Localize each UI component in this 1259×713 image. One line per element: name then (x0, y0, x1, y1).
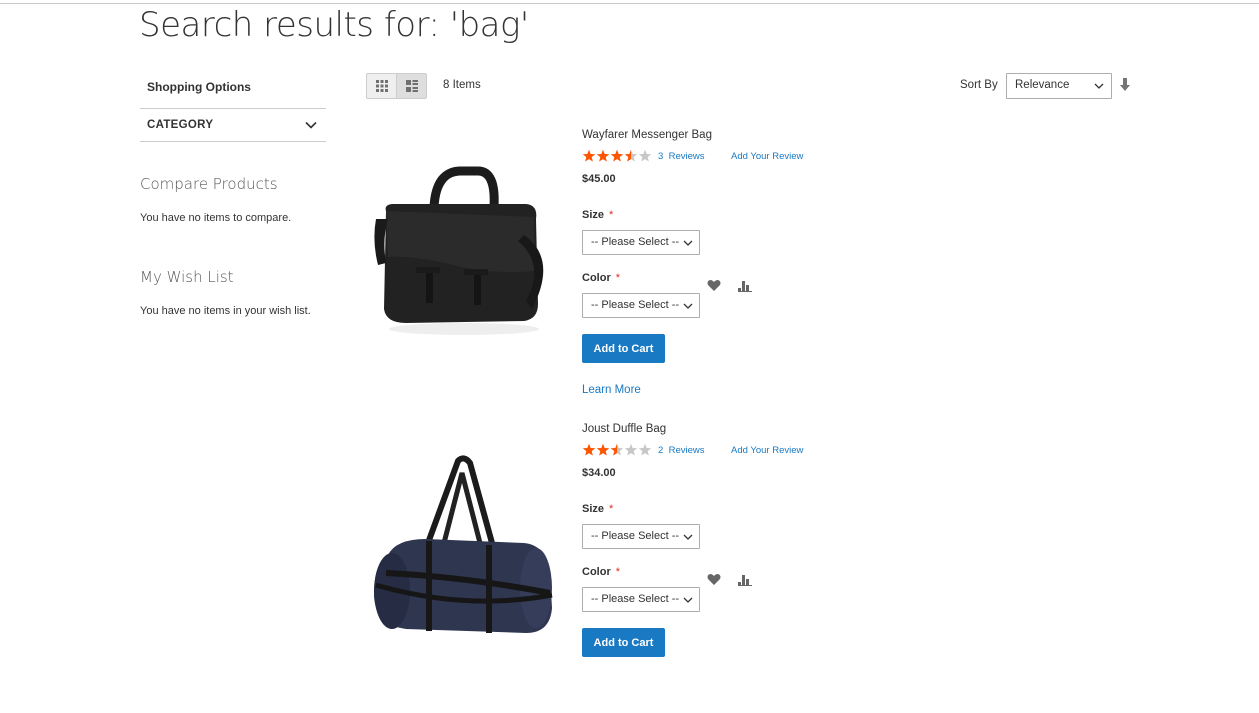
chevron-down-icon (305, 121, 317, 129)
sort-by-select[interactable]: Relevance (1006, 73, 1112, 99)
color-select-value: -- Please Select -- (591, 299, 680, 311)
color-select[interactable]: -- Please Select -- (582, 587, 700, 612)
add-review-link[interactable]: Add Your Review (731, 151, 803, 162)
product-name[interactable]: Joust Duffle Bag (582, 423, 666, 435)
filter-category[interactable]: CATEGORY (140, 108, 326, 142)
view-mode-switcher (366, 73, 427, 99)
star-icon (624, 443, 638, 456)
required-marker: * (609, 503, 614, 515)
color-label: Color * (582, 566, 620, 578)
color-label: Color * (582, 272, 620, 284)
chevron-down-icon (683, 534, 693, 540)
reviews-label: Reviews (668, 151, 705, 162)
star-icon (638, 149, 652, 162)
wishlist-heading: My Wish List (140, 268, 234, 286)
star-icon (638, 443, 652, 456)
required-marker: * (615, 566, 621, 578)
product-name[interactable]: Wayfarer Messenger Bag (582, 129, 712, 141)
compare-icon[interactable] (738, 573, 752, 586)
reviews-label: Reviews (668, 445, 705, 456)
compare-products-heading: Compare Products (140, 175, 278, 193)
reviews-link[interactable]: 2 Reviews (658, 445, 704, 456)
add-review-link[interactable]: Add Your Review (731, 445, 803, 456)
size-label: Size * (582, 503, 613, 515)
learn-more-link[interactable]: Learn More (582, 384, 641, 396)
product-price: $45.00 (582, 173, 616, 185)
add-to-cart-button[interactable]: Add to Cart (582, 628, 665, 657)
chevron-down-icon (683, 240, 693, 246)
add-to-cart-button[interactable]: Add to Cart (582, 334, 665, 363)
chevron-down-icon (1094, 83, 1104, 89)
color-label-text: Color (582, 566, 611, 578)
product-image-duffle-bag[interactable] (366, 453, 561, 633)
star-filled-icon (610, 149, 624, 162)
page-title: Search results for: 'bag' (139, 5, 529, 45)
size-label: Size * (582, 209, 613, 221)
compare-empty-message: You have no items to compare. (140, 212, 292, 224)
compare-icon[interactable] (738, 279, 752, 292)
reviews-link[interactable]: 3 Reviews (658, 151, 704, 162)
rating-stars (582, 149, 652, 162)
product-price: $34.00 (582, 467, 616, 479)
reviews-count: 3 (658, 151, 664, 162)
star-filled-icon (582, 149, 596, 162)
product-item: Joust Duffle Bag 2 Reviews Add Your Revi… (366, 423, 1126, 713)
chevron-down-icon (683, 303, 693, 309)
color-label-text: Color (582, 272, 611, 284)
grid-view-button[interactable] (367, 74, 396, 98)
size-label-text: Size (582, 503, 605, 515)
color-select[interactable]: -- Please Select -- (582, 293, 700, 318)
sort-by-label: Sort By (960, 79, 998, 91)
required-marker: * (615, 272, 621, 284)
heart-icon[interactable] (707, 573, 721, 586)
list-view-button[interactable] (396, 74, 426, 98)
size-select[interactable]: -- Please Select -- (582, 230, 700, 255)
reviews-count: 2 (658, 445, 664, 456)
size-label-text: Size (582, 209, 605, 221)
grid-icon (375, 80, 388, 92)
product-image-messenger-bag[interactable] (366, 159, 561, 339)
top-divider (0, 3, 1259, 4)
star-filled-icon (582, 443, 596, 456)
heart-icon[interactable] (707, 279, 721, 292)
arrow-down-icon[interactable] (1119, 77, 1131, 93)
star-filled-icon (596, 149, 610, 162)
size-select-value: -- Please Select -- (591, 530, 680, 542)
toolbar-item-count: 8 Items (443, 79, 481, 91)
star-filled-icon (596, 443, 610, 456)
size-select[interactable]: -- Please Select -- (582, 524, 700, 549)
size-select-value: -- Please Select -- (591, 236, 680, 248)
chevron-down-icon (683, 597, 693, 603)
wishlist-empty-message: You have no items in your wish list. (140, 305, 311, 317)
list-icon (405, 80, 418, 92)
filter-category-label: CATEGORY (147, 119, 214, 131)
product-item: Wayfarer Messenger Bag 3 Reviews Add You… (366, 129, 1126, 419)
rating-stars (582, 443, 652, 456)
sort-by-value: Relevance (1015, 79, 1070, 91)
shopping-options-heading: Shopping Options (147, 80, 251, 94)
color-select-value: -- Please Select -- (591, 593, 680, 605)
required-marker: * (609, 209, 614, 221)
